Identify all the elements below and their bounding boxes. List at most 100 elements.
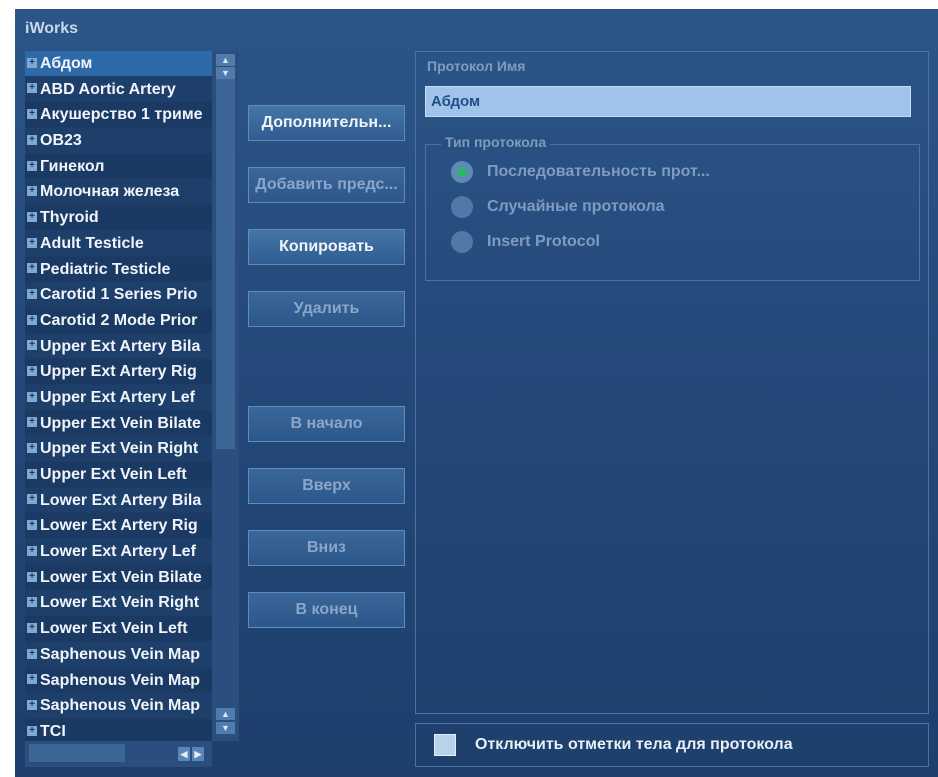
list-item[interactable]: + Pediatric Testicle [25,256,212,283]
list-item[interactable]: + Upper Ext Artery Lef [25,384,212,411]
protocol-list[interactable]: + Абдом + ABD Aortic Artery + Акушерство 1 тр… [25,51,212,741]
radio-button-icon[interactable] [451,196,473,218]
expand-plus-icon[interactable]: + [27,417,37,428]
expand-plus-icon[interactable]: + [27,314,37,325]
expand-plus-icon[interactable]: + [27,674,37,685]
list-item[interactable]: + Lower Ext Artery Bila [25,487,212,514]
list-item[interactable]: + Lower Ext Artery Rig [25,513,212,540]
radio-random[interactable]: Случайные протокола [451,196,665,218]
list-item[interactable]: + Lower Ext Vein Bilate [25,564,212,591]
list-item-label: Pediatric Testicle [40,260,171,278]
expand-plus-icon[interactable]: + [27,109,37,120]
radio-label: Случайные протокола [487,198,665,216]
expand-plus-icon[interactable]: + [27,211,37,222]
list-item[interactable]: + Saphenous Vein Map [25,693,212,719]
list-item-label: Upper Ext Vein Left [40,466,187,483]
scroll-left-arrow-icon[interactable]: ◀ [178,747,190,761]
radio-insert[interactable]: Insert Protocol [451,231,600,253]
move-down-button[interactable]: Вниз [248,530,405,566]
expand-plus-icon[interactable]: + [27,520,37,531]
scroll-down-arrow-icon[interactable]: ▼ [216,722,235,734]
list-item[interactable]: + Upper Ext Vein Left [25,462,212,488]
list-item-label: Upper Ext Vein Bilate [40,414,201,432]
expand-plus-icon[interactable]: + [27,57,37,68]
list-item[interactable]: + Гинекол [25,153,212,180]
add-preset-button[interactable]: Добавить предс... [248,167,405,203]
list-item[interactable]: + Абдом [25,51,212,77]
list-item-label: Upper Ext Artery Lef [40,388,195,406]
list-item[interactable]: + ABD Aortic Artery [25,76,212,103]
move-up-button[interactable]: Вверх [248,468,405,504]
list-item[interactable]: + Lower Ext Vein Left [25,616,212,642]
expand-plus-icon[interactable]: + [27,83,37,94]
vertical-scroll-thumb[interactable] [216,79,235,449]
list-item[interactable]: + Lower Ext Vein Right [25,590,212,617]
list-item[interactable]: + Молочная железа [25,179,212,206]
expand-plus-icon[interactable]: + [27,263,37,274]
list-item-label: ABD Aortic Artery [40,80,176,98]
radio-button-icon[interactable] [451,231,473,253]
expand-plus-icon[interactable]: + [27,494,37,505]
scroll-right-arrow-icon[interactable]: ▶ [192,747,204,761]
list-item[interactable]: + Adult Testicle [25,230,212,257]
protocol-name-field[interactable]: Абдом [425,86,911,117]
copy-button[interactable]: Копировать [248,229,405,265]
expand-plus-icon[interactable]: + [27,545,37,556]
expand-plus-icon[interactable]: + [27,340,37,351]
move-to-top-button[interactable]: В начало [248,406,405,442]
expand-plus-icon[interactable]: + [27,468,37,479]
list-item[interactable]: + Акушерство 1 триме [25,102,212,129]
expand-plus-icon[interactable]: + [27,725,37,736]
list-item-label: Saphenous Vein Map [40,671,201,689]
horizontal-scroll-thumb[interactable] [29,744,125,762]
disable-body-marks-checkbox[interactable] [434,734,456,756]
list-item-label: Абдом [40,55,93,72]
list-item[interactable]: + TCI [25,718,212,741]
scroll-up-arrow-icon[interactable]: ▲ [216,708,235,720]
list-item[interactable]: + Carotid 1 Series Prio [25,282,212,308]
list-item[interactable]: + Upper Ext Artery Rig [25,359,212,385]
expand-plus-icon[interactable]: + [27,160,37,171]
radio-sequential[interactable]: Последовательность прот... [451,161,710,183]
scroll-down-arrow-icon[interactable]: ▼ [216,67,235,79]
protocol-type-label: Тип протокола [441,134,551,150]
scroll-up-arrow-icon[interactable]: ▲ [216,54,235,66]
expand-plus-icon[interactable]: + [27,134,37,145]
delete-button[interactable]: Удалить [248,291,405,327]
list-item-label: Акушерство 1 триме [40,106,203,124]
expand-plus-icon[interactable]: + [27,597,37,608]
expand-plus-icon[interactable]: + [27,571,37,582]
list-item[interactable]: + Saphenous Vein Map [25,667,212,694]
list-item-label: Lower Ext Artery Lef [40,543,196,561]
list-item[interactable]: + OB23 [25,128,212,154]
expand-plus-icon[interactable]: + [27,391,37,402]
list-horizontal-scrollbar[interactable]: ◀ ▶ [25,741,212,767]
expand-plus-icon[interactable]: + [27,366,37,377]
list-item-label: Lower Ext Vein Left [40,620,188,638]
list-item[interactable]: + Saphenous Vein Map [25,641,212,668]
expand-plus-icon[interactable]: + [27,186,37,197]
radio-button-icon[interactable] [451,161,473,183]
list-item-label: Carotid 1 Series Prio [40,286,198,304]
protocol-name-label: Протокол Имя [427,58,526,74]
list-item[interactable]: + Upper Ext Artery Bila [25,333,212,360]
list-item[interactable]: + Upper Ext Vein Right [25,436,212,462]
list-item-label: Молочная железа [40,183,180,201]
list-item-label: Upper Ext Artery Rig [40,363,197,381]
list-item[interactable]: + Thyroid [25,205,212,231]
expand-plus-icon[interactable]: + [27,648,37,659]
expand-plus-icon[interactable]: + [27,288,37,299]
list-item-label: Upper Ext Artery Bila [40,337,201,355]
expand-plus-icon[interactable]: + [27,622,37,633]
list-vertical-scrollbar[interactable]: ▲ ▼ ▲ ▼ [212,51,239,741]
list-item[interactable]: + Lower Ext Artery Lef [25,539,212,565]
list-item[interactable]: + Upper Ext Vein Bilate [25,410,212,437]
list-item[interactable]: + Carotid 2 Mode Prior [25,307,212,334]
move-to-end-button[interactable]: В конец [248,592,405,628]
expand-plus-icon[interactable]: + [27,699,37,710]
expand-plus-icon[interactable]: + [27,443,37,454]
list-item-label: Lower Ext Vein Bilate [40,568,202,586]
expand-plus-icon[interactable]: + [27,237,37,248]
more-button[interactable]: Дополнительн... [248,105,405,141]
list-item-label: Lower Ext Vein Right [40,594,200,612]
